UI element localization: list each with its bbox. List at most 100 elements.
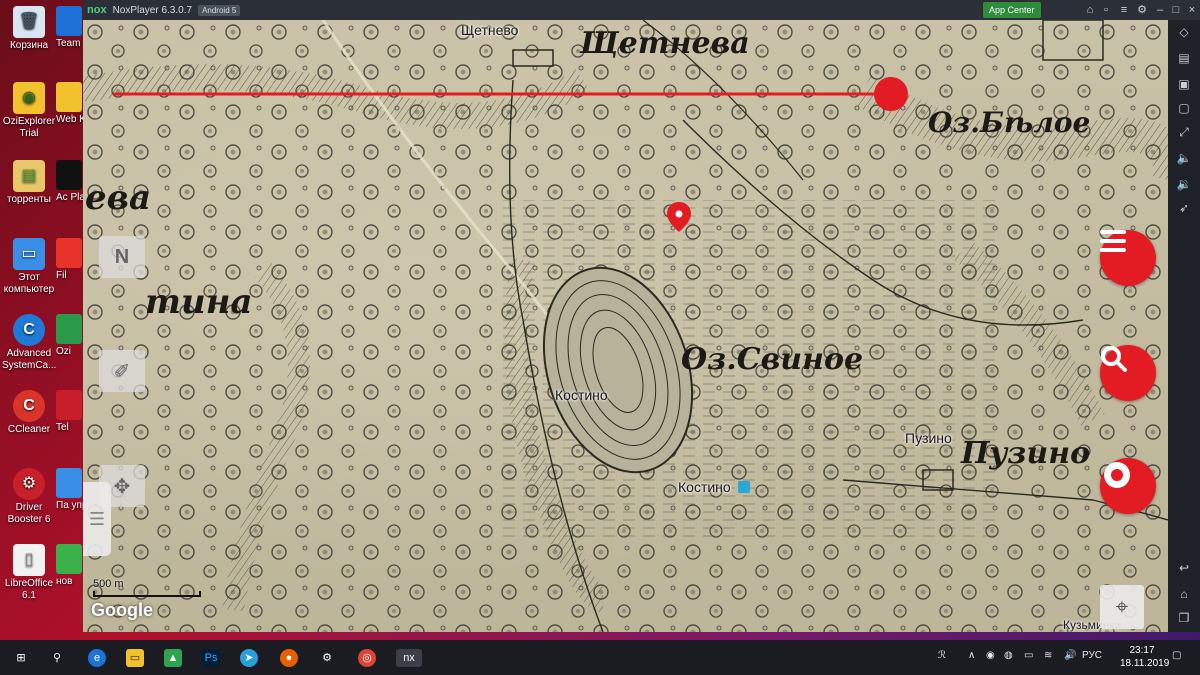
recycle-bin-icon: 🗑 <box>13 6 45 38</box>
place-label-kostino[interactable]: Костино <box>555 387 608 403</box>
screen-icon[interactable]: ▤ <box>1176 50 1192 66</box>
telegram-taskbar-icon[interactable]: ➤ <box>240 649 258 667</box>
tray-app-icon-2[interactable]: ◍ <box>1004 650 1013 661</box>
compass-north-button[interactable]: N <box>99 236 145 278</box>
place-label-shchetnevo[interactable]: Щетнево <box>461 22 518 38</box>
main-menu-button[interactable] <box>1100 230 1156 286</box>
back-icon[interactable]: ↩ <box>1176 560 1192 576</box>
old-label-eva: ева <box>85 178 151 218</box>
noxplayer-taskbar-icon[interactable]: nx <box>396 649 422 667</box>
desktop-icon-control-panel[interactable]: Па упра <box>56 468 84 512</box>
edge-icon[interactable]: e <box>88 649 106 667</box>
scale-bar: 500 m <box>93 578 201 597</box>
window-icon[interactable]: ▢ <box>1176 100 1192 116</box>
fullscreen-icon[interactable]: ⤢ <box>1176 124 1192 140</box>
telegram-icon <box>56 390 82 420</box>
tray-chevron-icon[interactable]: ∧ <box>968 650 975 661</box>
desktop-icon-recycle-bin[interactable]: 🗑 Корзина <box>2 6 56 52</box>
account-icon[interactable]: ▫ <box>1099 3 1113 17</box>
desktop-icon-teamviewer[interactable]: Team <box>56 6 84 50</box>
minimize-icon[interactable]: – <box>1153 3 1167 17</box>
desktop-icon-this-pc[interactable]: ▭ Этот компьютер <box>2 238 56 296</box>
poi-icon <box>738 481 750 493</box>
ruler-tool-button[interactable]: ✐ <box>99 350 145 392</box>
battery-icon[interactable]: ▭ <box>1024 650 1033 661</box>
oziexplorer-icon: ◉ <box>13 82 45 114</box>
measurement-handle[interactable] <box>874 77 908 111</box>
drawer-lines-icon: ☰ <box>88 508 106 529</box>
new-file-icon <box>56 544 82 574</box>
map-view[interactable]: Щетнева Оз.Бѣлое Оз.Свиное тина ева Пузи… <box>83 20 1168 632</box>
nox-logo: nox <box>87 4 107 16</box>
desktop-icon-acrobat[interactable]: Ac Pla <box>56 160 84 204</box>
photoshop-icon[interactable]: Ps <box>202 649 220 667</box>
desktop-icon-ozi2[interactable]: Ozi <box>56 314 84 358</box>
rocket-icon[interactable]: ➶ <box>1176 200 1192 216</box>
settings-icon[interactable]: ⚙ <box>1135 3 1149 17</box>
system-clock[interactable]: 23:17 18.11.2019 <box>1120 644 1169 670</box>
home-icon[interactable]: ⌂ <box>1176 586 1192 602</box>
google-logo: Google <box>91 600 153 620</box>
old-label-tina: тина <box>145 282 253 322</box>
volume-up-icon[interactable]: 🔈 <box>1176 150 1192 166</box>
record-track-button[interactable] <box>1100 458 1156 514</box>
title-bar: nox NoxPlayer 6.3.0.7 Android 5 App Cent… <box>83 0 1200 20</box>
desktop-icon-advanced-systemcare[interactable]: C Advanced SystemCa... <box>2 314 56 372</box>
close-icon[interactable]: × <box>1185 3 1199 17</box>
file-explorer-icon[interactable]: ▭ <box>126 649 144 667</box>
search-button[interactable] <box>1100 345 1156 401</box>
desktop-icon-webkeeper[interactable]: Web Keep <box>56 82 84 126</box>
control-panel-icon <box>56 468 82 498</box>
app-center-button[interactable]: App Center <box>983 2 1041 18</box>
photo-app-icon[interactable]: ▲ <box>164 649 182 667</box>
place-label-puzino[interactable]: Пузино <box>905 430 952 446</box>
people-icon[interactable]: ℛ <box>938 650 946 661</box>
desktop-icon-torrents[interactable]: ▤ торренты <box>2 160 56 206</box>
noxplayer-window: nox NoxPlayer 6.3.0.7 Android 5 App Cent… <box>83 0 1200 632</box>
crosshair-icon: ⌖ <box>1115 594 1129 619</box>
volume-down-icon[interactable]: 🔉 <box>1176 176 1192 192</box>
desktop-icon-file[interactable]: Fil <box>56 238 84 282</box>
windows-taskbar: ⊞ ⚲ e ▭ ▲ Ps ➤ ● ⚙ ◎ nx ℛ ∧ ◉ ◍ ▭ ≋ 🔊 РУ… <box>0 640 1200 675</box>
record-icon <box>1104 462 1130 488</box>
desktop: 🗑 Корзина ◉ OziExplorer Trial ▤ торренты… <box>0 0 84 635</box>
driver-booster-icon: ⚙ <box>13 468 45 500</box>
windows-start-icon[interactable]: ⊞ <box>12 649 30 667</box>
tray-app-icon-1[interactable]: ◉ <box>986 650 995 661</box>
side-drawer-handle[interactable]: ☰ <box>83 482 111 556</box>
chrome-icon[interactable]: ◎ <box>358 649 376 667</box>
my-location-button[interactable]: ⌖ <box>1100 585 1144 629</box>
desktop-icon-new[interactable]: нов <box>56 544 84 588</box>
menu-icon[interactable]: ≡ <box>1117 3 1131 17</box>
speaker-icon[interactable]: 🔊 <box>1064 650 1076 661</box>
clock-time: 23:17 <box>1129 645 1155 656</box>
ccleaner-icon: C <box>13 390 45 422</box>
desktop-icon-telegram[interactable]: Tel <box>56 390 84 434</box>
libreoffice-icon: ▯ <box>13 544 45 576</box>
notifications-icon[interactable]: ▢ <box>1172 650 1181 661</box>
webkeeper-icon <box>56 82 82 112</box>
maximize-icon[interactable]: □ <box>1169 3 1183 17</box>
folder-icon: ▤ <box>13 160 45 192</box>
ozi-icon <box>56 314 82 344</box>
shirt-icon[interactable]: ⌂ <box>1083 3 1097 17</box>
desktop-icon-oziexplorer[interactable]: ◉ OziExplorer Trial <box>2 82 56 140</box>
place-label-kostino-poi[interactable]: Костино <box>678 479 731 495</box>
search-taskbar-icon[interactable]: ⚲ <box>48 649 66 667</box>
android-version-badge: Android 5 <box>198 4 241 16</box>
display-icon[interactable]: ▣ <box>1176 76 1192 92</box>
old-label-oz-beloe: Оз.Бѣлое <box>928 106 1091 139</box>
file-icon <box>56 238 82 268</box>
window-title: NoxPlayer 6.3.0.7 <box>112 4 193 16</box>
desktop-icon-driver-booster[interactable]: ⚙ Driver Booster 6 <box>2 468 56 526</box>
desktop-icon-libreoffice[interactable]: ▯ LibreOffice 6.1 <box>2 544 56 602</box>
language-indicator[interactable]: РУС <box>1082 650 1102 661</box>
desktop-icon-ccleaner[interactable]: C CCleaner <box>2 390 56 436</box>
wifi-icon[interactable]: ≋ <box>1044 650 1052 661</box>
keyboard-icon[interactable]: ◇ <box>1176 24 1192 40</box>
compass-drawing-icon: ✐ <box>113 360 131 383</box>
firefox-icon[interactable]: ● <box>280 649 298 667</box>
settings-taskbar-icon[interactable]: ⚙ <box>318 649 336 667</box>
recent-apps-icon[interactable]: ❐ <box>1176 610 1192 626</box>
nox-toolbar: ◇ ▤ ▣ ▢ ⤢ 🔈 🔉 ➶ ↩ ⌂ ❐ <box>1168 20 1200 632</box>
